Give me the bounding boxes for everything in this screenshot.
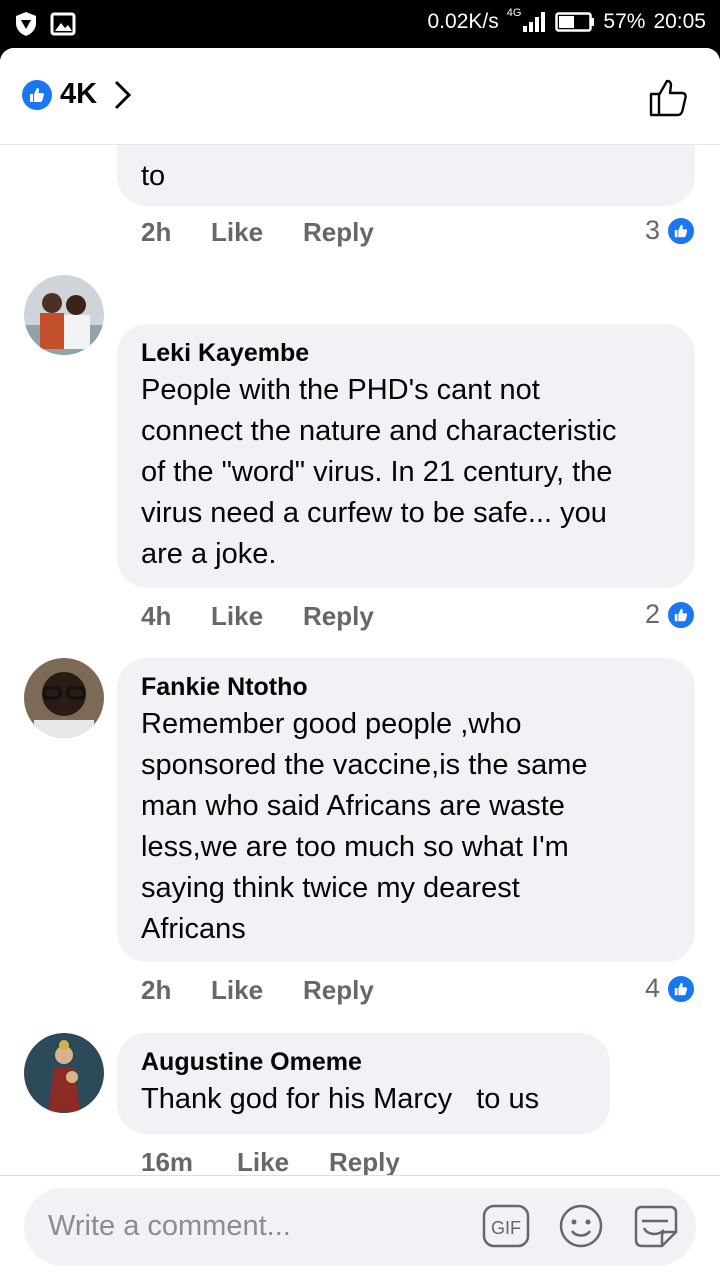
gallery-icon: [50, 12, 76, 36]
comment-actions: 4h Like Reply: [141, 601, 374, 632]
reply-link[interactable]: Reply: [303, 601, 374, 632]
comment-list[interactable]: to 2h Like Reply 3 Leki Kayembe People w…: [0, 145, 720, 1175]
reaction-count: 4: [644, 973, 660, 1003]
comment-author[interactable]: Fankie Ntotho: [141, 670, 671, 704]
comment-time: 2h: [141, 975, 172, 1005]
comment-line: saying think twice my dearest: [141, 872, 520, 904]
comment-bubble[interactable]: Leki Kayembe People with the PHD's cant …: [117, 324, 695, 588]
like-link[interactable]: Like: [211, 217, 303, 248]
comments-header: 4K: [0, 48, 720, 145]
comment-line: less,we are too much so what I'm: [141, 831, 569, 863]
comment-line: Remember good people ,who: [141, 708, 522, 740]
comment-text: to: [141, 160, 166, 192]
comment-bubble[interactable]: Fankie Ntotho Remember good people ,who …: [117, 658, 695, 962]
reply-link[interactable]: Reply: [329, 1147, 400, 1175]
comment-actions: 2h Like Reply: [141, 217, 374, 248]
avatar[interactable]: [24, 658, 104, 738]
thumbs-up-icon[interactable]: [648, 76, 690, 118]
comment-bubble[interactable]: Augustine Omeme Thank god for his Marcy …: [117, 1033, 610, 1134]
comment-line: sponsored the vaccine,is the same: [141, 749, 588, 781]
comment-time: 16m: [141, 1147, 194, 1175]
comment-author[interactable]: Augustine Omeme: [141, 1045, 586, 1079]
chevron-right-icon: [115, 80, 132, 109]
comment-line: Africans: [141, 913, 246, 945]
gif-label: GIF: [491, 1218, 521, 1238]
comment-line: Thank god for his Marcy to us: [141, 1083, 540, 1115]
comment-line: of the "word" virus. In 21 century, the: [141, 456, 613, 488]
avatar[interactable]: [24, 275, 104, 355]
comment-reactions[interactable]: 4: [645, 973, 696, 1004]
comment-actions: 16m Like Reply: [141, 1147, 400, 1175]
signal-icon: [523, 12, 546, 32]
like-reaction-icon: [666, 599, 696, 630]
comment-time: 2h: [141, 217, 172, 247]
sticker-icon[interactable]: [632, 1202, 680, 1250]
status-bar: 0.02K/s 4G 57% 20:05: [0, 0, 720, 48]
comment-line: man who said Africans are waste: [141, 790, 565, 822]
comment-input[interactable]: Write a comment... GIF: [24, 1188, 696, 1266]
network-type: 4G: [506, 7, 522, 19]
avatar[interactable]: [24, 1033, 104, 1113]
reaction-count: 3: [644, 215, 660, 245]
comment-line: virus need a curfew to be safe... you: [141, 497, 607, 529]
network-speed: 0.02K/s: [427, 10, 499, 33]
like-link[interactable]: Like: [237, 1147, 329, 1175]
reply-link[interactable]: Reply: [303, 217, 374, 248]
comment-bubble[interactable]: to: [117, 145, 695, 206]
emoji-icon[interactable]: [558, 1203, 604, 1249]
comment-actions: 2h Like Reply: [141, 975, 374, 1006]
like-reaction-icon: [666, 215, 696, 246]
comment-input-placeholder: Write a comment...: [48, 1210, 291, 1242]
comment-time: 4h: [141, 601, 172, 631]
like-reaction-icon: [666, 973, 696, 1004]
comment-line: are a joke.: [141, 538, 277, 570]
like-reaction-icon: [22, 79, 52, 110]
comment-composer: Write a comment... GIF: [0, 1175, 720, 1280]
battery-icon: [555, 12, 595, 32]
vpn-shield-icon: [16, 12, 36, 36]
comment-line: People with the PHD's cant not: [141, 374, 540, 406]
comment-line: connect the nature and characteristic: [141, 415, 617, 447]
like-link[interactable]: Like: [211, 975, 303, 1006]
battery-percent: 57%: [603, 10, 646, 33]
reaction-count: 2: [644, 599, 660, 629]
gif-icon[interactable]: GIF: [482, 1204, 530, 1248]
comment-reactions[interactable]: 3: [645, 215, 696, 246]
comment-author[interactable]: Leki Kayembe: [141, 336, 671, 370]
reply-link[interactable]: Reply: [303, 975, 374, 1006]
reaction-count: 4K: [60, 78, 98, 110]
comment-reactions[interactable]: 2: [645, 599, 696, 630]
like-link[interactable]: Like: [211, 601, 303, 632]
comments-sheet: 4K to 2h Like Reply 3 Leki Kayembe Peopl…: [0, 48, 720, 1280]
reactions-summary[interactable]: 4K: [22, 78, 133, 111]
clock: 20:05: [653, 10, 706, 33]
